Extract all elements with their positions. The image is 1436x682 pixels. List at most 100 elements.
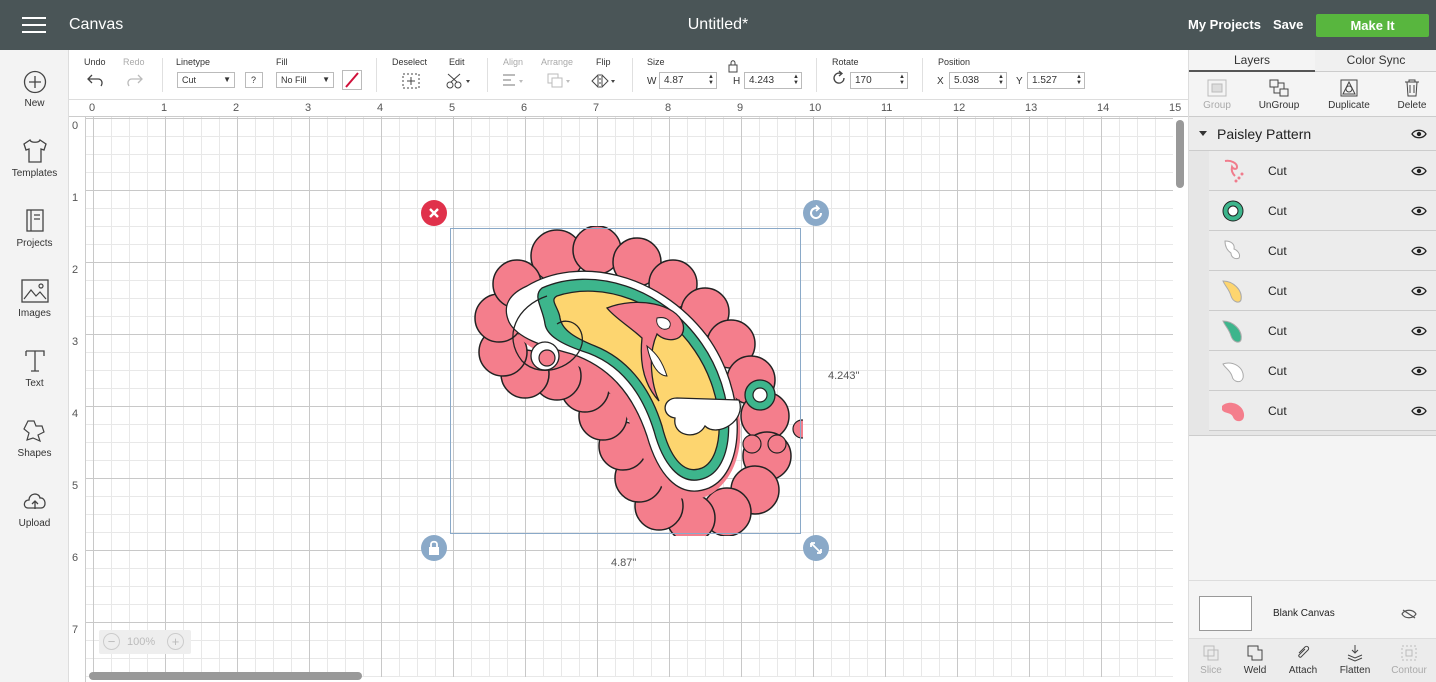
edit-scissors-icon[interactable] (445, 72, 473, 90)
blank-canvas-row[interactable]: Blank Canvas (1189, 580, 1436, 638)
delete-handle[interactable] (421, 200, 447, 226)
layer-row[interactable]: Cut (1209, 151, 1436, 191)
nav-images[interactable]: Images (0, 278, 69, 319)
layer-group-row[interactable]: Paisley Pattern (1189, 117, 1436, 151)
lock-proportions-handle[interactable] (421, 535, 447, 561)
toolbar-divider (376, 58, 377, 92)
spinner-icon[interactable]: ▲ ▼ (793, 74, 799, 86)
nav-templates[interactable]: Templates (0, 138, 69, 179)
eye-icon[interactable] (1411, 326, 1427, 336)
eye-icon[interactable] (1411, 286, 1427, 296)
ruler-tick: 10 (809, 102, 822, 114)
x-input[interactable]: 5.038 ▲ ▼ (949, 72, 1007, 89)
spinner-icon[interactable]: ▲ ▼ (899, 74, 905, 86)
group-button[interactable]: Group (1187, 78, 1247, 111)
zoom-out-button[interactable]: − (103, 633, 120, 650)
duplicate-icon (1340, 79, 1358, 97)
save-button[interactable]: Save (1273, 17, 1303, 32)
trash-icon (1405, 79, 1419, 97)
flip-icon[interactable] (590, 72, 618, 90)
tab-color-sync[interactable]: Color Sync (1315, 50, 1436, 72)
hamburger-menu-icon[interactable] (22, 17, 46, 34)
horizontal-scrollbar[interactable] (89, 672, 362, 680)
width-input[interactable]: 4.87 ▲ ▼ (659, 72, 717, 89)
ruler-tick: 7 (72, 624, 79, 636)
ruler-tick: 1 (161, 102, 168, 114)
cut-color-swatch[interactable] (342, 70, 362, 90)
lock-icon[interactable] (727, 59, 739, 73)
layer-thumbnail-white-paisley-icon (1222, 362, 1244, 383)
arrange-label: Arrange (541, 57, 574, 67)
nav-new[interactable]: New (0, 70, 69, 109)
x-label: X (937, 76, 944, 87)
resize-handle[interactable] (803, 535, 829, 561)
my-projects-link[interactable]: My Projects (1188, 17, 1261, 32)
ungroup-button[interactable]: UnGroup (1249, 78, 1309, 111)
selection-bounding-box[interactable] (450, 228, 801, 534)
eye-icon[interactable] (1411, 129, 1427, 139)
fill-select[interactable]: No Fill ▼ (276, 72, 334, 88)
paperclip-icon (1298, 645, 1310, 658)
arrange-icon[interactable] (546, 72, 574, 90)
linetype-value: Cut (182, 75, 197, 85)
eye-hidden-icon[interactable] (1401, 609, 1417, 619)
redo-icon[interactable] (124, 72, 144, 88)
undo-icon[interactable] (86, 72, 106, 88)
eye-icon[interactable] (1411, 246, 1427, 256)
y-input[interactable]: 1.527 ▲ ▼ (1027, 72, 1085, 89)
caret-down-icon[interactable] (1199, 131, 1207, 136)
dropdown-arrow-icon: ▼ (322, 75, 330, 84)
design-canvas[interactable]: 0 1 2 3 4 5 6 7 8 9 10 11 12 13 14 15 0 … (69, 100, 1188, 682)
make-it-button[interactable]: Make It (1316, 14, 1429, 37)
layer-row[interactable]: Cut (1209, 271, 1436, 311)
align-icon[interactable] (501, 72, 527, 90)
eye-icon[interactable] (1411, 406, 1427, 416)
ruler-tick: 12 (953, 102, 966, 114)
deselect-icon[interactable] (401, 72, 421, 90)
nav-templates-label: Templates (11, 168, 58, 179)
vertical-scrollbar[interactable] (1176, 120, 1184, 188)
slice-button[interactable]: Slice (1187, 643, 1235, 676)
spinner-icon[interactable]: ▲ ▼ (998, 74, 1004, 86)
delete-button[interactable]: Delete (1382, 78, 1436, 111)
align-label: Align (503, 57, 524, 67)
contour-button[interactable]: Contour (1385, 643, 1433, 676)
edit-toolbar: Undo Redo Linetype Cut ▼ ? Fill No Fill ▼ … (69, 50, 1188, 100)
spinner-icon[interactable]: ▲ ▼ (708, 74, 714, 86)
eye-icon[interactable] (1411, 206, 1427, 216)
nav-projects[interactable]: Projects (0, 208, 69, 249)
spinner-icon[interactable]: ▲ ▼ (1076, 74, 1082, 86)
layer-label: Cut (1268, 404, 1287, 418)
layer-row[interactable]: Cut (1209, 191, 1436, 231)
ruler-tick: 4 (377, 102, 384, 114)
layer-row[interactable]: Cut (1209, 351, 1436, 391)
eye-icon[interactable] (1411, 366, 1427, 376)
left-ruler: 0 1 2 3 4 5 6 7 (69, 117, 86, 682)
flatten-button[interactable]: Flatten (1331, 643, 1379, 676)
weld-button[interactable]: Weld (1231, 643, 1279, 676)
rotate-handle[interactable] (803, 200, 829, 226)
eye-icon[interactable] (1411, 166, 1427, 176)
layer-thumbnail-teal-ring-icon (1222, 200, 1244, 222)
ruler-tick: 0 (72, 120, 79, 132)
duplicate-button[interactable]: Duplicate (1319, 78, 1379, 111)
rotate-label: Rotate (832, 57, 859, 67)
height-input[interactable]: 4.243 ▲ ▼ (744, 72, 802, 89)
linetype-help-button[interactable]: ? (245, 72, 263, 88)
zoom-in-button[interactable]: + (167, 633, 184, 650)
layer-row[interactable]: Cut (1209, 231, 1436, 271)
canvas-color-swatch[interactable] (1199, 596, 1252, 631)
layer-row[interactable]: Cut (1209, 311, 1436, 351)
nav-text[interactable]: Text (0, 348, 69, 389)
layer-row[interactable]: Cut (1209, 391, 1436, 431)
nav-upload[interactable]: Upload (0, 488, 69, 529)
fill-value: No Fill (281, 75, 307, 85)
rotate-input[interactable]: 170 ▲ ▼ (850, 72, 908, 89)
layer-label: Cut (1268, 244, 1287, 258)
layer-thumbnail-green-paisley-icon (1222, 320, 1242, 343)
nav-shapes[interactable]: Shapes (0, 418, 69, 459)
linetype-select[interactable]: Cut ▼ (177, 72, 235, 88)
tab-layers[interactable]: Layers (1189, 50, 1315, 72)
attach-button[interactable]: Attach (1279, 643, 1327, 676)
image-icon (20, 279, 49, 303)
